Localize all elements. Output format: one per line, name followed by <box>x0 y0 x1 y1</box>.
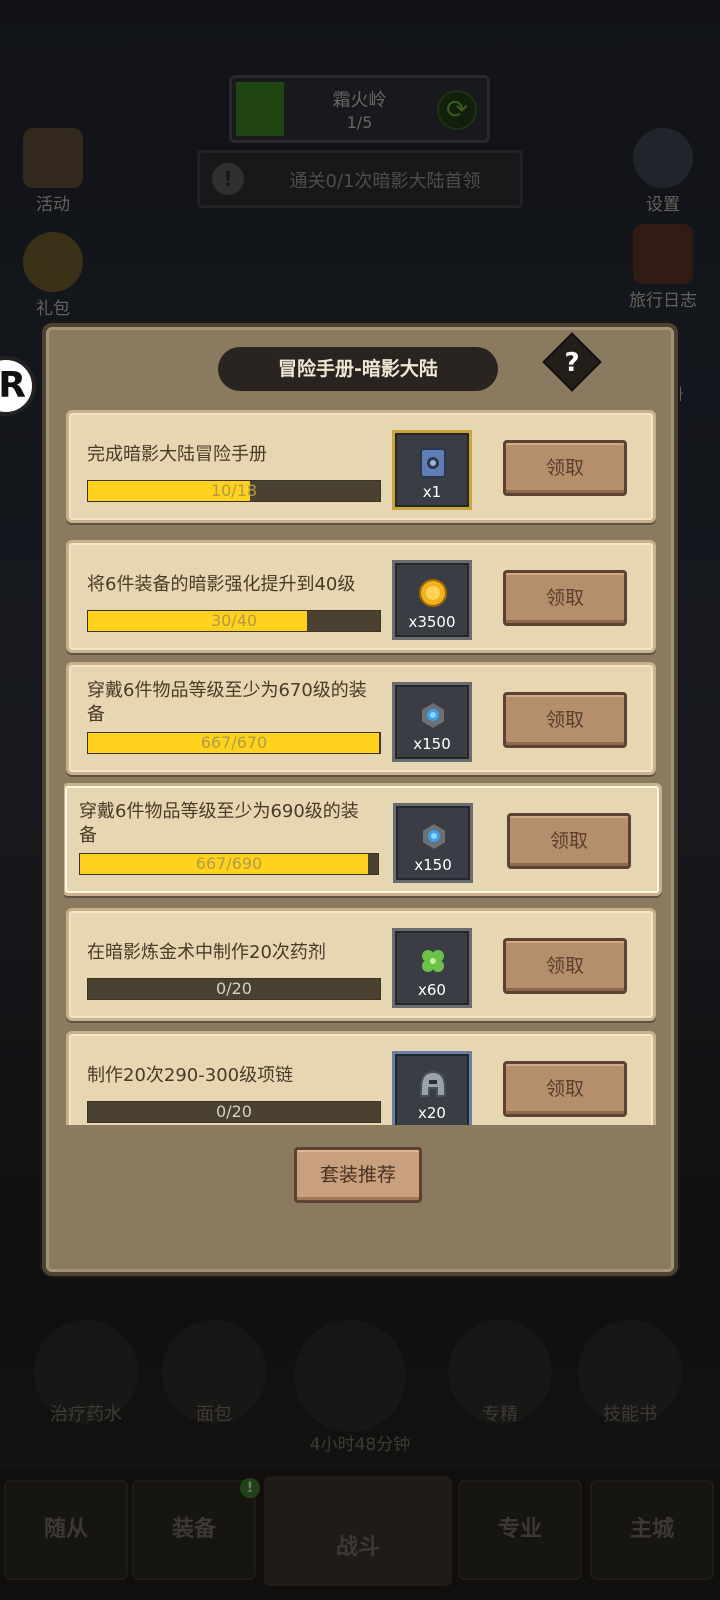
reward-slot[interactable]: x60 <box>392 928 472 1008</box>
claim-button[interactable]: 领取 <box>503 938 627 994</box>
clover-icon <box>422 950 444 972</box>
dialog-title: 冒险手册-暗影大陆 <box>218 347 498 391</box>
helmet-icon <box>420 1070 446 1097</box>
task-card: 制作20次290-300级项链 0/20 x20 领取 <box>66 1031 656 1125</box>
reward-slot[interactable]: x150 <box>393 803 473 883</box>
task-progress-text: 667/670 <box>200 733 268 752</box>
task-description: 穿戴6件物品等级至少为690级的装备 <box>79 801 359 846</box>
claim-button[interactable]: 领取 <box>503 692 627 748</box>
task-card: 穿戴6件物品等级至少为670级的装备 667/670 x150 领取 <box>66 662 656 775</box>
claim-button[interactable]: 领取 <box>503 440 627 496</box>
reward-quantity: x20 <box>418 1104 446 1122</box>
task-progress-bar: 667/690 <box>79 853 379 875</box>
book-icon <box>420 448 446 478</box>
task-progress-bar: 0/20 <box>87 1101 381 1123</box>
task-progress-text: 0/20 <box>216 979 252 998</box>
task-progress-text: 667/690 <box>195 854 263 873</box>
task-list[interactable]: 完成暗影大陆冒险手册 10/18 x1 领取 将6件装备的暗影强化提升到40级 … <box>64 410 664 1125</box>
task-progress-bar: 0/20 <box>87 978 381 1000</box>
reward-quantity: x1 <box>422 483 442 501</box>
reward-quantity: x150 <box>414 856 452 874</box>
adventure-handbook-dialog: 冒险手册-暗影大陆 ? 完成暗影大陆冒险手册 10/18 x1 领取 将6件装备… <box>42 323 678 1276</box>
claim-button[interactable]: 领取 <box>507 813 631 869</box>
task-description: 穿戴6件物品等级至少为670级的装备 <box>87 680 367 725</box>
task-description: 在暗影炼金术中制作20次药剂 <box>87 942 326 963</box>
claim-button[interactable]: 领取 <box>503 1061 627 1117</box>
task-card: 将6件装备的暗影强化提升到40级 30/40 x3500 领取 <box>66 540 656 653</box>
help-button[interactable]: ? <box>542 332 602 392</box>
reward-quantity: x3500 <box>408 613 456 631</box>
task-description: 制作20次290-300级项链 <box>87 1065 294 1086</box>
gold-coin-icon <box>419 579 447 607</box>
task-progress-text: 30/40 <box>210 611 258 630</box>
reward-slot[interactable]: x20 <box>392 1051 472 1125</box>
task-progress-bar: 30/40 <box>87 610 381 632</box>
task-description: 完成暗影大陆冒险手册 <box>87 444 267 465</box>
gem-stone-icon <box>420 700 446 731</box>
task-progress-text: 0/20 <box>216 1102 252 1121</box>
claim-button[interactable]: 领取 <box>503 570 627 626</box>
gem-stone-icon <box>421 821 447 852</box>
reward-quantity: x150 <box>413 735 451 753</box>
reward-slot[interactable]: x1 <box>392 430 472 510</box>
task-progress-text: 10/18 <box>210 481 258 500</box>
task-card: 完成暗影大陆冒险手册 10/18 x1 领取 <box>66 410 656 523</box>
reward-slot[interactable]: x150 <box>392 682 472 762</box>
task-card: 穿戴6件物品等级至少为690级的装备 667/690 x150 领取 <box>64 783 662 896</box>
task-card: 在暗影炼金术中制作20次药剂 0/20 x60 领取 <box>66 908 656 1021</box>
task-progress-bar: 667/670 <box>87 732 381 754</box>
task-description: 将6件装备的暗影强化提升到40级 <box>87 574 356 595</box>
reward-slot[interactable]: x3500 <box>392 560 472 640</box>
reward-quantity: x60 <box>418 981 446 999</box>
suit-recommend-button[interactable]: 套装推荐 <box>294 1147 422 1203</box>
question-icon: ? <box>564 348 580 378</box>
task-progress-bar: 10/18 <box>87 480 381 502</box>
